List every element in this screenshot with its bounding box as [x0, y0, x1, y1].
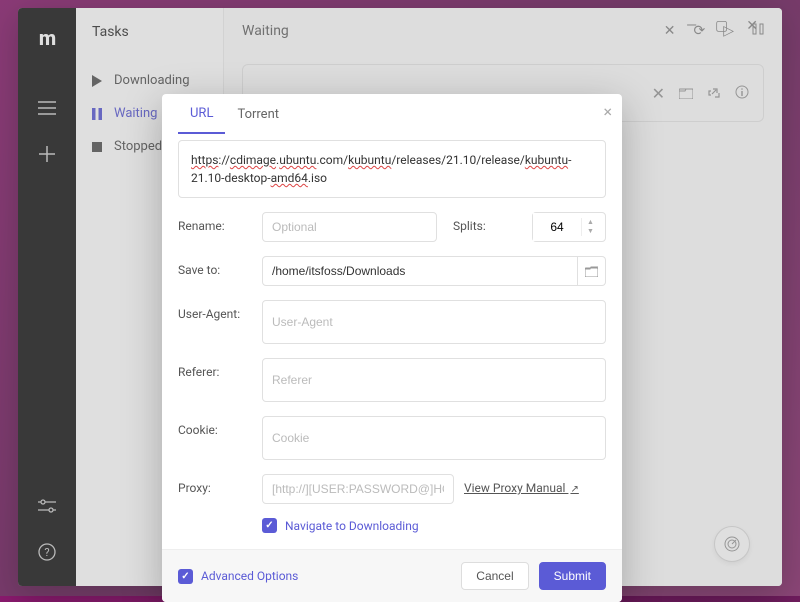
add-task-modal: URL Torrent × https://cdimage.ubuntu.com… — [162, 94, 622, 602]
splits-input[interactable] — [533, 213, 581, 241]
browse-folder-icon[interactable] — [578, 256, 606, 286]
tab-torrent[interactable]: Torrent — [225, 94, 291, 134]
user-agent-label: User-Agent: — [178, 300, 252, 321]
modal-footer: ✓ Advanced Options Cancel Submit — [162, 549, 622, 602]
navigate-label: Navigate to Downloading — [285, 519, 419, 533]
referer-input[interactable] — [262, 358, 606, 402]
external-link-icon: ↗ — [570, 484, 578, 495]
rename-input[interactable] — [262, 212, 437, 242]
stepper-up-icon[interactable]: ▲ — [582, 218, 599, 227]
close-icon[interactable]: × — [603, 102, 612, 121]
modal-tabs: URL Torrent × — [162, 94, 622, 134]
submit-button[interactable]: Submit — [539, 562, 606, 590]
cookie-input[interactable] — [262, 416, 606, 460]
cookie-label: Cookie: — [178, 416, 252, 437]
stepper-down-icon[interactable]: ▼ — [582, 227, 599, 236]
navigate-checkbox[interactable]: ✓ — [262, 518, 277, 533]
proxy-input[interactable] — [262, 474, 454, 504]
tab-url[interactable]: URL — [178, 94, 225, 134]
splits-stepper[interactable]: ▲▼ — [532, 212, 606, 242]
proxy-label: Proxy: — [178, 474, 252, 495]
advanced-checkbox[interactable]: ✓ — [178, 569, 193, 584]
save-to-input[interactable] — [262, 256, 578, 286]
save-to-label: Save to: — [178, 256, 252, 277]
rename-label: Rename: — [178, 212, 252, 233]
url-input[interactable]: https://cdimage.ubuntu.com/kubuntu/relea… — [178, 140, 606, 198]
proxy-manual-link[interactable]: View Proxy Manual ↗ — [464, 474, 579, 495]
referer-label: Referer: — [178, 358, 252, 379]
cancel-button[interactable]: Cancel — [461, 562, 528, 590]
user-agent-input[interactable] — [262, 300, 606, 344]
advanced-label: Advanced Options — [201, 569, 298, 583]
splits-label: Splits: — [447, 212, 486, 233]
